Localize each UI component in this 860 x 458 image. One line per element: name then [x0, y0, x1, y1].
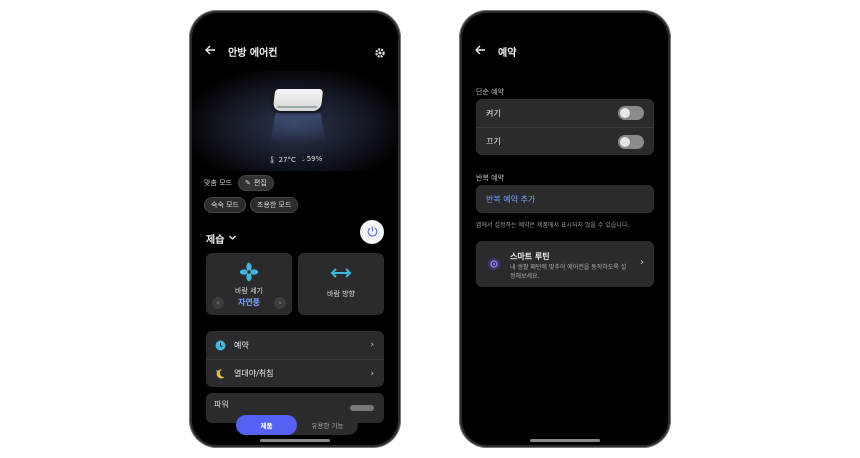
room-stats: 🌡︎ 27°C 💧︎ 59% [192, 155, 398, 164]
mode-chip-row: 숙숙 모드 조용한 모드 [204, 197, 386, 213]
stage: 안방 에어컨 🌡︎ 27°C 💧︎ 59% 맞춤 모드 ✎ 편집 숙숙 모드 조… [0, 0, 860, 458]
fan-icon [206, 262, 292, 282]
temperature-value: 27°C [278, 155, 296, 164]
screen-reservation: 예약 단순 예약 켜기 끄기 반복 예약 반복 예약 추가 앱에서 설정하는 예… [462, 13, 668, 445]
wind-strength-label: 바람 세기 [235, 287, 263, 295]
chevron-right-icon: › [640, 257, 644, 268]
list-item-label: 열대야/취침 [234, 369, 274, 378]
routine-icon [488, 258, 500, 270]
edit-mode-button[interactable]: ✎ 편집 [238, 175, 274, 191]
thermometer-icon: 🌡︎ [267, 155, 277, 164]
top-bar: 예약 [474, 43, 656, 59]
section-repeat-reservation: 반복 예약 [476, 174, 504, 182]
home-indicator [260, 439, 330, 442]
routine-title: 스마트 루틴 [510, 252, 550, 261]
repeat-reservation-group: 반복 예약 추가 [476, 185, 654, 213]
tab-useful-features[interactable]: 유용한 기능 [297, 415, 358, 435]
row-turn-off: 끄기 [476, 127, 654, 155]
chevron-right-icon: › [370, 340, 374, 350]
clock-icon [214, 339, 226, 351]
humidity-stat: 💧︎ 59% [302, 155, 322, 164]
power-icon [366, 223, 379, 242]
mode-header-row: 맞춤 모드 ✎ 편집 [204, 175, 386, 191]
temperature-stat: 🌡︎ 27°C [268, 156, 296, 164]
home-indicator [530, 439, 600, 442]
phone-right: 예약 단순 예약 켜기 끄기 반복 예약 반복 예약 추가 앱에서 설정하는 예… [459, 10, 671, 448]
wind-direction-card[interactable]: 바람 방향 [298, 253, 384, 315]
reservation-note: 앱에서 설정하는 예약은 제품에서 표시되지 않을 수 있습니다. [476, 222, 630, 229]
chevron-left-icon: ‹ [216, 299, 220, 307]
simple-reservation-group: 켜기 끄기 [476, 99, 654, 155]
bottom-nav: 제품 유용한 기능 [236, 415, 358, 435]
list-item-label: 파워 [214, 400, 229, 409]
wind-decrease-button[interactable]: ‹ [212, 297, 224, 309]
section-simple-reservation: 단순 예약 [476, 88, 504, 96]
operation-mode-value: 제습 [206, 235, 225, 246]
air-conditioner-image [272, 89, 324, 111]
custom-mode-label: 맞춤 모드 [204, 179, 232, 187]
add-repeat-reservation-button[interactable]: 반복 예약 추가 [476, 185, 654, 213]
moon-icon [214, 368, 226, 380]
turn-on-toggle[interactable] [618, 106, 644, 120]
list-item-label: 예약 [234, 340, 249, 350]
mode-chip-quiet[interactable]: 조용한 모드 [250, 197, 299, 213]
chevron-right-icon: › [370, 368, 374, 379]
gear-icon[interactable] [374, 44, 386, 63]
feature-list: 예약 › 열대야/취침 › [206, 331, 384, 387]
mode-chip-sleep[interactable]: 숙숙 모드 [204, 197, 246, 213]
swing-arrows-icon [298, 267, 384, 279]
chevron-right-icon: › [278, 299, 282, 307]
row-label: 켜기 [486, 108, 501, 118]
row-label: 끄기 [486, 137, 501, 146]
wind-increase-button[interactable]: › [274, 297, 286, 309]
airflow-glow [270, 113, 326, 143]
back-arrow-icon[interactable] [474, 44, 488, 58]
smart-routine-card[interactable]: 스마트 루틴 내 생활 패턴에 맞추어 에어컨을 동작하도록 설정해보세요. › [476, 241, 654, 287]
wind-direction-label: 바람 방향 [327, 290, 355, 298]
control-cards: 바람 세기 자연풍 ‹ › 바람 방향 [206, 253, 384, 315]
page-title: 안방 에어컨 [228, 47, 278, 59]
power-button[interactable] [360, 220, 384, 244]
screen-device-control: 안방 에어컨 🌡︎ 27°C 💧︎ 59% 맞춤 모드 ✎ 편집 숙숙 모드 조… [192, 13, 398, 445]
tab-product[interactable]: 제품 [236, 415, 297, 435]
turn-off-toggle[interactable] [618, 135, 644, 149]
operation-mode-selector[interactable]: 제습 [206, 231, 237, 246]
humidity-value: 59% [306, 155, 323, 163]
routine-description: 내 생활 패턴에 맞추어 에어컨을 동작하도록 설정해보세요. [510, 264, 627, 280]
pencil-icon: ✎ [245, 179, 251, 187]
droplet-icon: 💧︎ [301, 155, 305, 163]
custom-modes: 맞춤 모드 ✎ 편집 숙숙 모드 조용한 모드 [204, 175, 386, 219]
chevron-down-icon [228, 233, 237, 245]
row-turn-on: 켜기 [476, 99, 654, 127]
toggle-switch[interactable] [350, 405, 374, 411]
edit-mode-label: 편집 [253, 179, 267, 187]
wind-strength-card[interactable]: 바람 세기 자연풍 ‹ › [206, 253, 292, 315]
list-item-night-sleep[interactable]: 열대야/취침 › [206, 359, 384, 387]
list-item-reservation[interactable]: 예약 › [206, 331, 384, 359]
page-title: 예약 [498, 47, 517, 59]
back-arrow-icon[interactable] [204, 44, 218, 58]
top-bar: 안방 에어컨 [204, 43, 386, 59]
phone-left: 안방 에어컨 🌡︎ 27°C 💧︎ 59% 맞춤 모드 ✎ 편집 숙숙 모드 조… [189, 10, 401, 448]
